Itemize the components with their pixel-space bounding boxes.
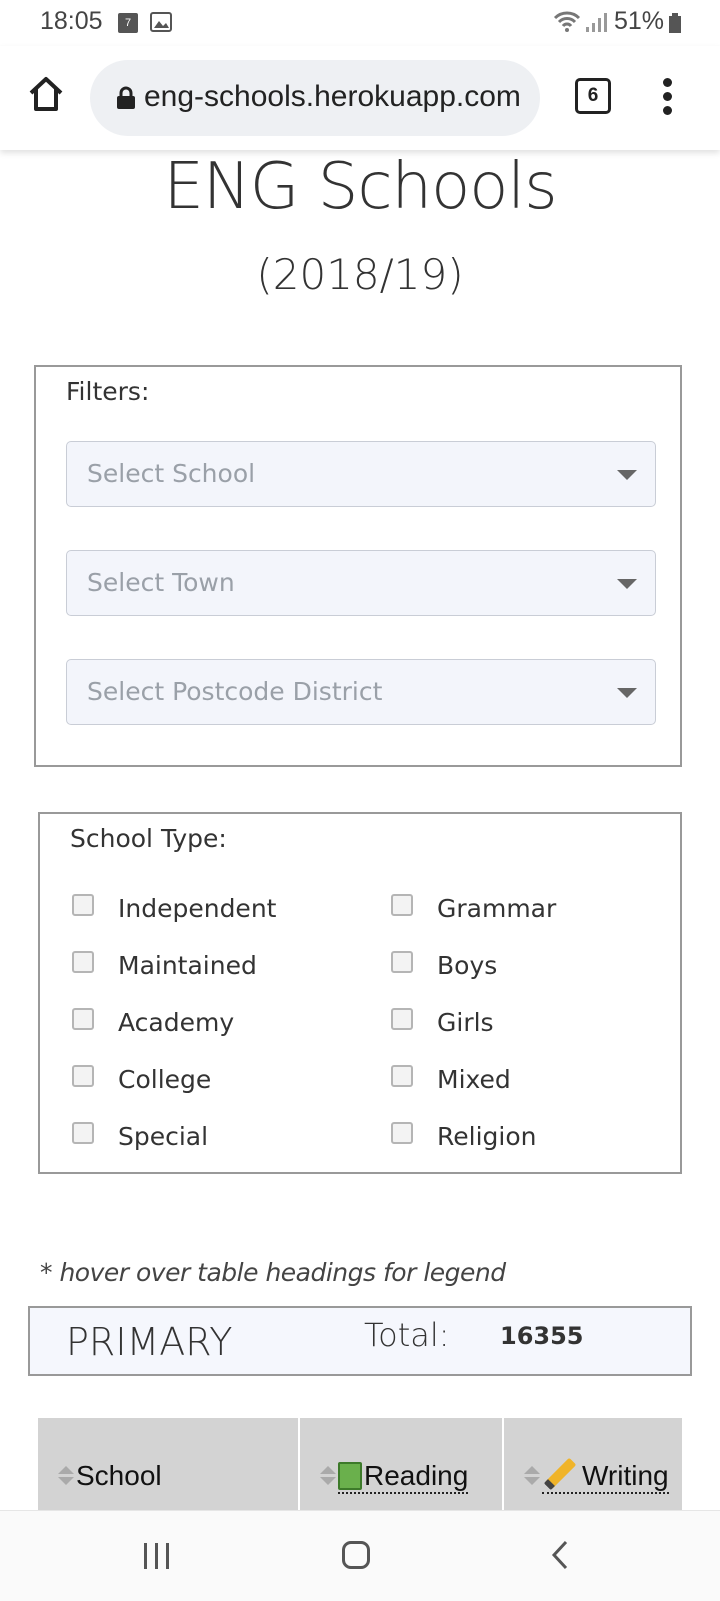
- back-icon[interactable]: [548, 1539, 572, 1571]
- select-town-placeholder: Select Town: [87, 568, 235, 597]
- checkbox-box[interactable]: [391, 1065, 413, 1087]
- checkbox-box[interactable]: [72, 1008, 94, 1030]
- pencil-icon: [543, 1457, 577, 1491]
- home-icon[interactable]: [26, 74, 66, 114]
- more-options-icon[interactable]: [660, 78, 674, 118]
- chevron-down-icon: [617, 579, 637, 589]
- checkbox-label: Academy: [118, 1008, 235, 1037]
- column-header-school[interactable]: School: [38, 1418, 300, 1510]
- recent-apps-icon[interactable]: [142, 1541, 172, 1571]
- chevron-down-icon: [617, 688, 637, 698]
- checkbox-box[interactable]: [391, 1122, 413, 1144]
- signal-icon: [586, 13, 607, 32]
- checkbox-box[interactable]: [391, 951, 413, 973]
- legend-hint: * hover over table headings for legend: [40, 1258, 506, 1287]
- school-type-panel: School Type: Independent Maintained Acad…: [38, 812, 682, 1174]
- checkbox-box[interactable]: [72, 1122, 94, 1144]
- checkbox-label: Maintained: [118, 951, 257, 980]
- select-town-dropdown[interactable]: Select Town: [66, 550, 656, 616]
- status-time: 18:05: [40, 7, 103, 35]
- lock-icon: [117, 86, 135, 109]
- checkbox-label: Religion: [437, 1122, 537, 1151]
- checkbox-box[interactable]: [72, 894, 94, 916]
- phase-label: PRIMARY: [66, 1320, 233, 1364]
- system-navigation-bar: [0, 1510, 720, 1601]
- school-type-label: School Type:: [70, 824, 227, 853]
- checkbox-label: Boys: [437, 951, 498, 980]
- checkbox-box[interactable]: [72, 1065, 94, 1087]
- column-label-writing-text: Writing: [582, 1460, 669, 1491]
- checkbox-label: Independent: [118, 894, 277, 923]
- checkbox-box[interactable]: [72, 951, 94, 973]
- checkbox-label: College: [118, 1065, 212, 1094]
- column-label-writing: Writing: [542, 1457, 669, 1494]
- tab-switcher-button[interactable]: 6: [575, 78, 611, 114]
- url-text: eng-schools.herokuapp.com: [144, 80, 521, 113]
- filters-label: Filters:: [66, 377, 150, 406]
- results-table-header: School Reading Writing: [38, 1418, 682, 1510]
- total-value: 16355: [500, 1322, 584, 1350]
- page-title: ENG Schools: [163, 150, 557, 224]
- battery-percentage: 51%: [614, 7, 665, 35]
- home-button-icon[interactable]: [342, 1541, 370, 1569]
- checkbox-label: Mixed: [437, 1065, 511, 1094]
- wifi-icon: [553, 11, 581, 32]
- checkbox-label: Girls: [437, 1008, 494, 1037]
- total-label: Total:: [364, 1316, 450, 1354]
- column-header-reading[interactable]: Reading: [300, 1418, 504, 1510]
- calendar-notification-icon: 7: [118, 13, 138, 33]
- select-school-placeholder: Select School: [87, 459, 256, 488]
- column-label-reading-text: Reading: [364, 1460, 469, 1491]
- checkbox-label: Special: [118, 1122, 209, 1151]
- column-label-reading: Reading: [338, 1460, 469, 1494]
- status-bar: 18:05 7 51%: [0, 0, 720, 46]
- summary-bar: PRIMARY Total: 16355: [28, 1306, 692, 1376]
- image-notification-icon: [150, 12, 172, 32]
- select-postcode-dropdown[interactable]: Select Postcode District: [66, 659, 656, 725]
- book-icon: [338, 1462, 362, 1490]
- filters-panel: Filters: Select School Select Town Selec…: [34, 365, 682, 767]
- select-postcode-placeholder: Select Postcode District: [87, 677, 383, 706]
- column-header-writing[interactable]: Writing: [504, 1418, 682, 1510]
- chevron-down-icon: [617, 470, 637, 480]
- browser-toolbar: eng-schools.herokuapp.com 6: [0, 46, 720, 150]
- page-subtitle: (2018/19): [256, 250, 464, 299]
- address-bar[interactable]: eng-schools.herokuapp.com: [90, 60, 540, 136]
- checkbox-label: Grammar: [437, 894, 557, 923]
- checkbox-box[interactable]: [391, 1008, 413, 1030]
- select-school-dropdown[interactable]: Select School: [66, 441, 656, 507]
- battery-icon: [669, 13, 681, 33]
- checkbox-box[interactable]: [391, 894, 413, 916]
- column-label-school: School: [76, 1460, 162, 1491]
